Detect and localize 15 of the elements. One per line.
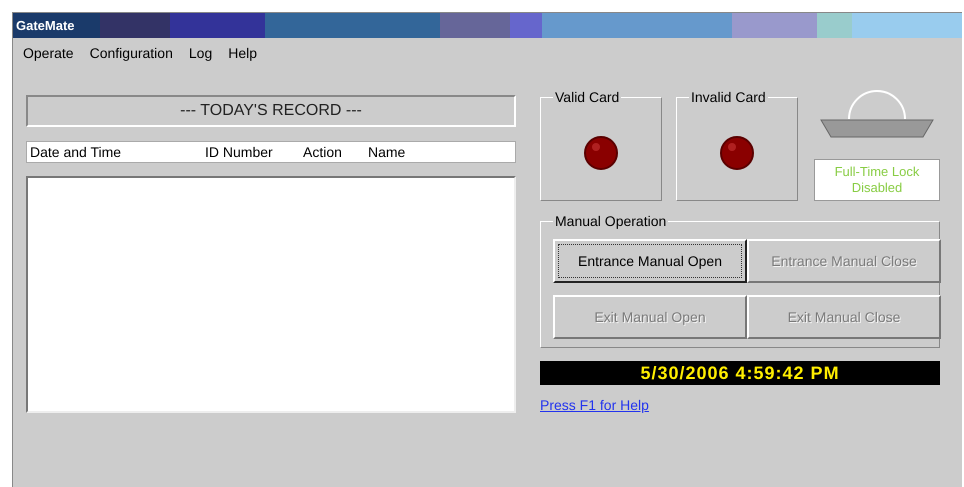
record-title: --- TODAY'S RECORD --- xyxy=(26,95,516,127)
lock-status: Full-Time Lock Disabled xyxy=(814,159,940,201)
lock-dome-icon xyxy=(819,89,935,139)
column-header[interactable]: ID Number xyxy=(205,142,303,162)
menu-item[interactable]: Configuration xyxy=(90,42,173,64)
menu-item[interactable]: Help xyxy=(228,42,258,64)
help-link[interactable]: Press F1 for Help xyxy=(540,395,649,416)
clock-display: 5/30/2006 4:59:42 PM xyxy=(540,361,940,385)
menu-item[interactable]: Operate xyxy=(23,42,74,64)
menu-item[interactable]: Log xyxy=(188,42,212,64)
column-header[interactable]: Date and Time xyxy=(30,142,205,162)
window-title: GateMate xyxy=(13,13,100,38)
column-header[interactable]: Name xyxy=(368,142,448,162)
manual-button[interactable]: Entrance Manual Open xyxy=(553,239,747,283)
column-header[interactable]: Action xyxy=(303,142,368,162)
